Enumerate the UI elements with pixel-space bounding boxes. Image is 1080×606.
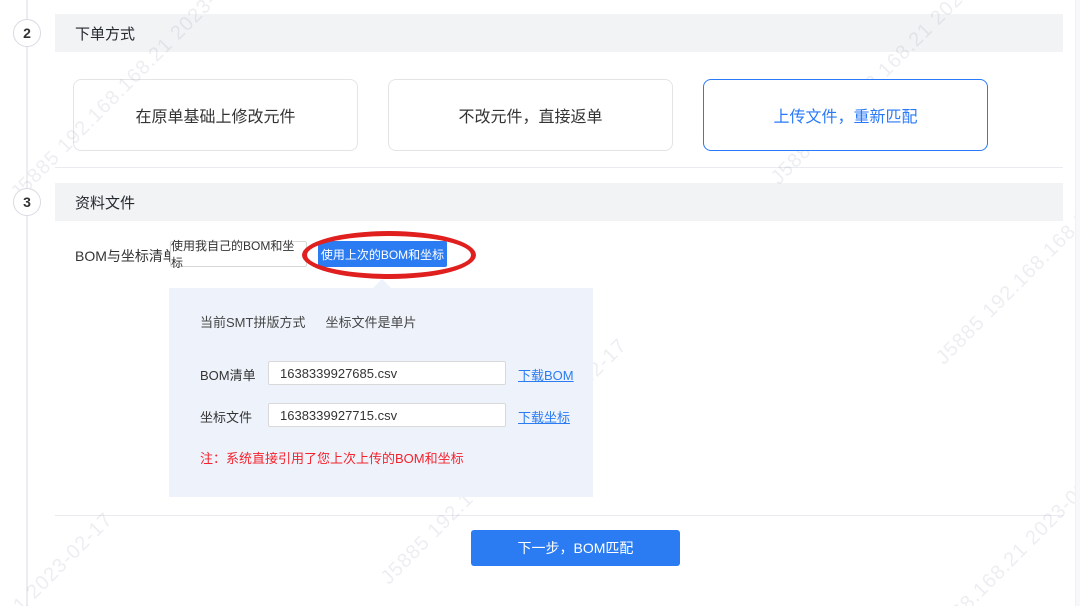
option-reorder-without-change[interactable]: 不改元件，直接返单: [388, 79, 673, 151]
watermark-text: J5885 192.168.168.21 2023-02-17: [0, 508, 118, 606]
last-upload-panel: 当前SMT拼版方式 坐标文件是单片 BOM清单 下载BOM 坐标文件 下载坐标 …: [169, 288, 593, 497]
scrollbar-track[interactable]: [1075, 0, 1080, 606]
use-own-bom-button[interactable]: 使用我自己的BOM和坐标: [170, 241, 307, 267]
option-label: 不改元件，直接返单: [458, 103, 602, 127]
bom-file-label: BOM清单: [200, 365, 256, 384]
section-title: 下单方式: [75, 23, 135, 44]
option-upload-rematch[interactable]: 上传文件，重新匹配: [703, 79, 988, 151]
step-2-badge: 2: [13, 19, 41, 47]
toggle-label: 使用上次的BOM和坐标: [321, 246, 444, 263]
step-3-badge: 3: [13, 188, 41, 216]
section-title: 资料文件: [75, 192, 135, 213]
section-header-files: 资料文件: [55, 183, 1063, 221]
download-bom-link[interactable]: 下载BOM: [518, 365, 574, 384]
coord-file-label: 坐标文件: [200, 407, 252, 426]
option-modify-original-order[interactable]: 在原单基础上修改元件: [73, 79, 358, 151]
bom-file-input[interactable]: [268, 361, 506, 385]
coord-file-input[interactable]: [268, 403, 506, 427]
toggle-label: 使用我自己的BOM和坐标: [171, 237, 306, 271]
section-header-order-method: 下单方式: [55, 14, 1063, 52]
use-last-bom-button[interactable]: 使用上次的BOM和坐标: [318, 241, 447, 267]
watermark-text: J5885 192.168.168.21 2023-02-17: [932, 114, 1080, 369]
panel-caret: [373, 279, 391, 288]
panel-mode-line: 当前SMT拼版方式 坐标文件是单片: [200, 312, 416, 331]
step-timeline-line: [26, 0, 28, 606]
option-label: 在原单基础上修改元件: [135, 103, 295, 127]
option-label: 上传文件，重新匹配: [773, 103, 917, 127]
next-step-bom-match-button[interactable]: 下一步，BOM匹配: [471, 530, 680, 566]
download-coord-link[interactable]: 下载坐标: [518, 407, 570, 426]
watermark-text: J5885 192.168.168.21 2023-02-17: [862, 454, 1080, 606]
smt-reorder-page: J5885 192.168.168.21 2023-02-17 J5885 19…: [0, 0, 1080, 606]
footer-divider: [55, 515, 1063, 516]
coord-file-mode-text: 坐标文件是单片: [325, 312, 416, 331]
bom-coord-list-label: BOM与坐标清单: [75, 246, 177, 266]
reuse-note-text: 注：系统直接引用了您上次上传的BOM和坐标: [200, 448, 464, 467]
section-divider: [55, 167, 1063, 168]
smt-panelize-mode-text: 当前SMT拼版方式: [200, 312, 305, 331]
